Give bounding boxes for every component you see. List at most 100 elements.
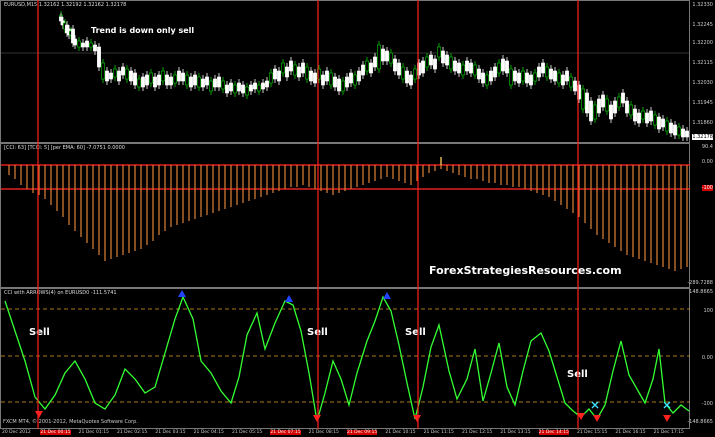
candle-body <box>625 100 629 114</box>
time-tick-label: 21 Dec 04:15 <box>193 430 224 435</box>
candle-body <box>345 76 349 88</box>
price-axis-label: 1.32245 <box>692 22 713 28</box>
candle-body <box>369 62 373 74</box>
candle-body <box>609 104 613 120</box>
time-tick-label: 21 Dec 14:15 <box>538 430 569 435</box>
candle-body <box>117 70 121 82</box>
time-tick-label: 21 Dec 16:15 <box>615 430 646 435</box>
candle-body <box>453 60 457 72</box>
candle-body <box>365 60 369 72</box>
arrows-axis-label: 100 <box>703 308 713 314</box>
candle-body <box>77 40 81 48</box>
sell-arrow-icon <box>313 415 321 422</box>
candle-body <box>449 56 453 70</box>
price-axis-label: 1.32200 <box>692 40 713 46</box>
sell-label: Sell <box>29 327 50 338</box>
candle-body <box>677 126 681 136</box>
candle-body <box>125 68 129 80</box>
buy-arrow-icon <box>285 295 293 302</box>
candle-body <box>637 112 641 124</box>
candle-body <box>445 54 449 66</box>
candle-body <box>229 82 233 92</box>
price-axis-label: 1.31860 <box>692 120 713 126</box>
candle-body <box>653 114 657 126</box>
sell-arrow-icon <box>663 415 671 422</box>
price-axis: 1.32330 1.32245 1.32200 1.32115 1.32030 … <box>690 0 715 143</box>
candle-body <box>165 74 169 86</box>
candle-body <box>661 118 665 128</box>
candle-body <box>433 58 437 70</box>
candle-body <box>617 96 621 108</box>
candle-body <box>85 40 89 48</box>
buy-arrow-icon <box>178 290 186 297</box>
candle-body <box>409 74 413 86</box>
candle-body <box>333 76 337 88</box>
candle-body <box>641 110 645 120</box>
price-pane[interactable]: EURUSD,M15 1.32162 1.32192 1.32162 1.321… <box>0 0 691 143</box>
candle-body <box>509 68 513 86</box>
candle-body <box>361 64 365 76</box>
candle-body <box>673 124 677 136</box>
cci-axis-label: 0.00 <box>701 159 713 165</box>
current-price-marker: 1.32178 <box>692 134 713 140</box>
candle-body <box>189 76 193 88</box>
sell-arrow-icon <box>577 413 585 420</box>
candle-body <box>481 72 485 84</box>
sell-arrow-icon <box>413 415 421 422</box>
candle-body <box>385 50 389 62</box>
cross-mark-icon <box>591 401 599 409</box>
candle-body <box>429 54 433 66</box>
candle-body <box>685 130 689 138</box>
candle-body <box>137 78 141 88</box>
cci-histogram-pane[interactable]: [CCI: 63] [TCCI: 5] [per EMA: 60] -7.075… <box>0 143 691 288</box>
candle-body <box>357 70 361 82</box>
candle-body <box>397 62 401 76</box>
candle-body <box>525 72 529 84</box>
candle-body <box>413 68 417 80</box>
candle-body <box>381 48 385 62</box>
candle-body <box>237 82 241 92</box>
candle-body <box>593 104 597 120</box>
time-tick-label: 21 Dec 05:15 <box>232 430 263 435</box>
candle-body <box>89 42 93 48</box>
sell-arrow-icon <box>593 415 601 422</box>
candle-body <box>465 60 469 72</box>
candle-body <box>353 74 357 86</box>
candle-body <box>485 74 489 86</box>
candle-body <box>373 56 377 68</box>
candle-body <box>73 38 77 46</box>
candle-body <box>177 70 181 82</box>
candle-body <box>161 70 165 82</box>
time-tick-label: 21 Dec 03:15 <box>155 430 186 435</box>
cci-arrows-pane[interactable]: CCI with ARROWS(4) on EURUSD0 -111.5741 … <box>0 288 691 429</box>
arrows-axis-label: -148.8665 <box>687 419 713 425</box>
sell-arrow-icon <box>35 411 43 418</box>
candle-body <box>621 92 625 104</box>
candle-body <box>59 16 63 22</box>
candle-body <box>273 68 277 80</box>
candle-body <box>629 104 633 116</box>
candle-body <box>313 72 317 84</box>
watermark-text: ForexStrategiesResources.com <box>429 264 622 277</box>
candle-body <box>497 62 501 74</box>
cci-axis: 90.4 0.00 -100 -289.7288 <box>687 143 715 288</box>
sell-label: Sell <box>405 327 426 338</box>
candle-body <box>209 80 213 92</box>
candle-body <box>605 98 609 112</box>
candle-body <box>405 70 409 84</box>
candle-body <box>561 74 565 86</box>
candle-body <box>401 66 405 80</box>
candle-body <box>589 100 593 122</box>
candle-body <box>105 70 109 82</box>
candle-body <box>517 72 521 84</box>
candle-body <box>213 78 217 88</box>
time-tick-label: 21 Dec 10:15 <box>385 430 416 435</box>
candle-body <box>261 82 265 90</box>
arrows-axis: 148.8665 100 0.00 -100 -148.8665 <box>687 288 715 429</box>
time-tick-label: 21 Dec 12:15 <box>462 430 493 435</box>
time-tick-label: 21 Dec 13:15 <box>500 430 531 435</box>
candle-body <box>657 116 661 130</box>
candle-body <box>201 78 205 88</box>
price-pane-title: EURUSD,M15 1.32162 1.32192 1.32162 1.321… <box>4 2 127 8</box>
candle-body <box>265 80 269 88</box>
